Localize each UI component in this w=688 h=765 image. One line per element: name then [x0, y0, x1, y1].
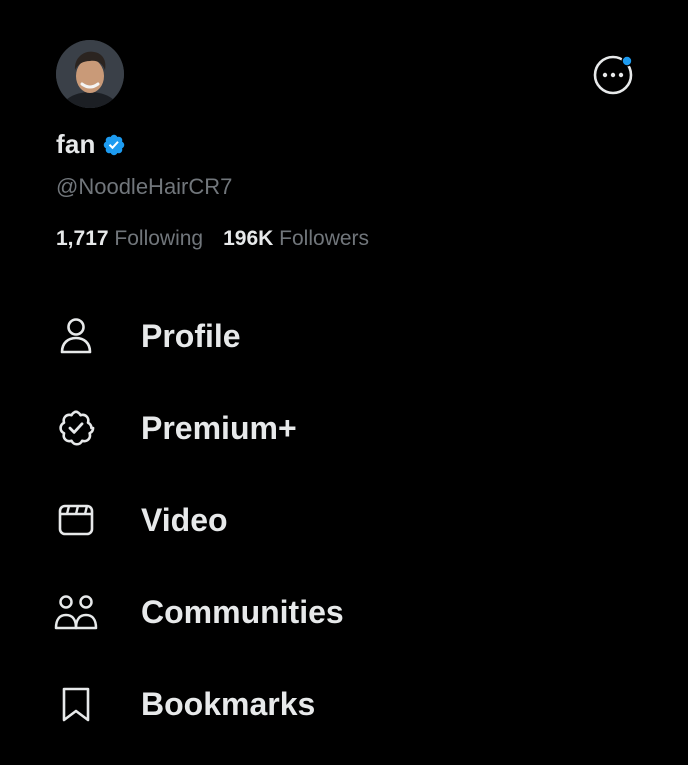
- menu-item-label: Communities: [141, 593, 344, 630]
- menu-item-bookmarks[interactable]: Bookmarks: [0, 664, 688, 744]
- more-circle-icon: [593, 55, 633, 95]
- following-stat[interactable]: 1,717 Following: [56, 224, 203, 254]
- user-handle: @NoodleHairCR7: [56, 174, 233, 199]
- menu-item-label: Premium+: [141, 409, 297, 446]
- avatar[interactable]: [56, 40, 124, 108]
- more-options-button[interactable]: [592, 54, 634, 96]
- menu-item-premium[interactable]: Premium+: [0, 388, 688, 468]
- avatar-image: [56, 40, 124, 108]
- name-row: fan: [56, 126, 126, 162]
- verified-badge-icon: [102, 133, 126, 157]
- followers-stat[interactable]: 196K Followers: [223, 224, 369, 254]
- menu-item-label: Profile: [141, 317, 241, 354]
- communities-icon: [52, 588, 100, 636]
- video-clapper-icon: [52, 496, 100, 544]
- notification-dot: [622, 56, 632, 66]
- menu-item-profile[interactable]: Profile: [0, 296, 688, 376]
- following-count: 1,717: [56, 227, 109, 250]
- menu-item-communities[interactable]: Communities: [0, 572, 688, 652]
- person-icon: [52, 312, 100, 360]
- display-name: fan: [56, 128, 96, 159]
- follow-stats: 1,717 Following 196K Followers: [56, 224, 369, 254]
- followers-count: 196K: [223, 227, 274, 250]
- following-label: Following: [114, 227, 204, 250]
- bookmark-icon: [52, 680, 100, 728]
- followers-label: Followers: [279, 227, 370, 250]
- menu-item-label: Bookmarks: [141, 685, 316, 722]
- menu-item-label: Video: [141, 501, 228, 538]
- menu-item-video[interactable]: Video: [0, 480, 688, 560]
- verified-badge-outline-icon: [52, 404, 100, 452]
